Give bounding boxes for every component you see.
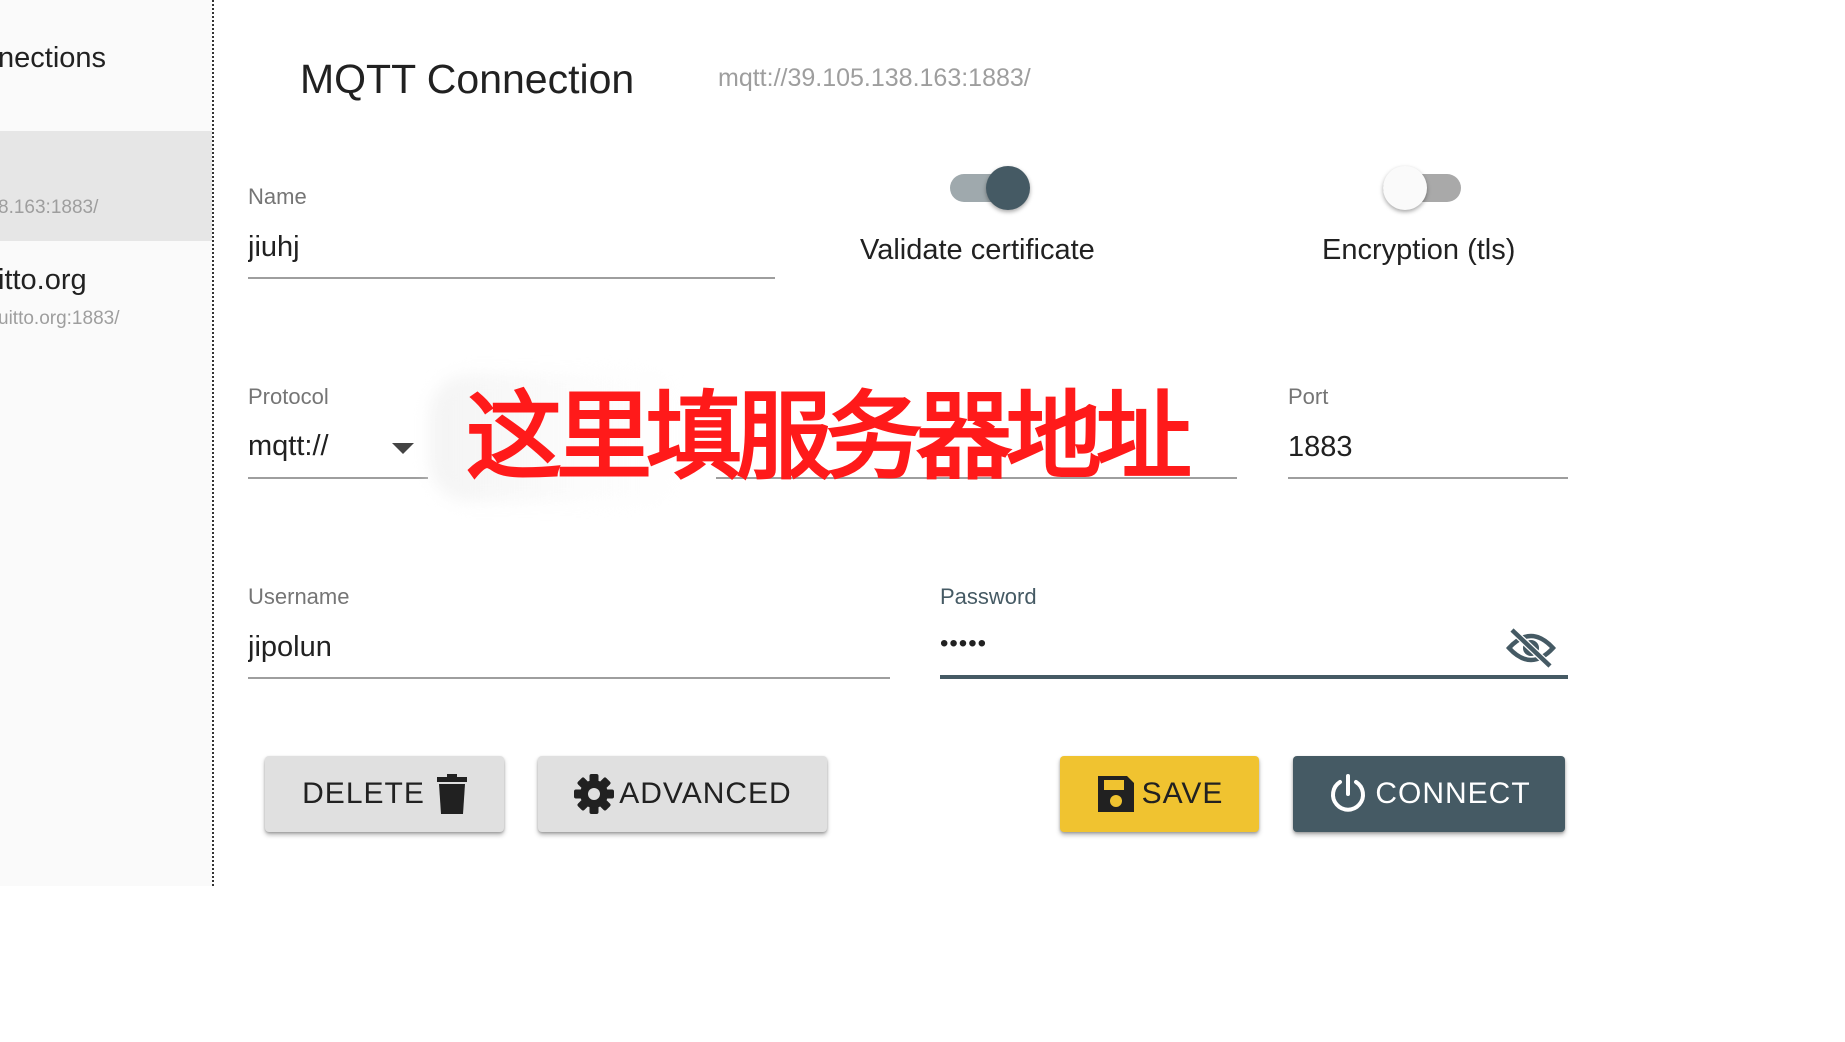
power-icon: [1331, 774, 1366, 812]
validate-certificate-switch[interactable]: [950, 164, 1030, 212]
advanced-button[interactable]: ADVANCED: [538, 756, 827, 832]
port-label: Port: [1288, 384, 1329, 409]
sidebar-item-url: uitto.org:1883/: [0, 308, 120, 329]
sidebar-divider[interactable]: [212, 0, 214, 886]
connection-url: mqtt://39.105.138.163:1883/: [718, 64, 1031, 92]
chevron-down-icon[interactable]: [392, 443, 414, 454]
sidebar-item-name: itto.org: [0, 264, 87, 296]
name-label: Name: [248, 184, 307, 209]
validate-certificate-label: Validate certificate: [860, 234, 1095, 266]
name-underline: [248, 277, 775, 279]
sidebar-title: nections: [0, 42, 107, 74]
sidebar-item-connection[interactable]: itto.org uitto.org:1883/: [0, 250, 212, 350]
username-input[interactable]: [248, 628, 878, 666]
delete-button-label: DELETE: [302, 777, 425, 810]
sidebar-item-url: 8.163:1883/: [0, 197, 99, 218]
switch-thumb: [1383, 166, 1427, 210]
connect-button-label: CONNECT: [1375, 777, 1531, 810]
delete-button[interactable]: DELETE: [265, 756, 504, 832]
password-input[interactable]: •••••: [940, 630, 987, 658]
connection-sidebar: nections 8.163:1883/ itto.org uitto.org:…: [0, 0, 212, 886]
protocol-label: Protocol: [248, 384, 329, 409]
annotation-text: 这里填服务器地址: [466, 381, 1192, 493]
trash-icon: [436, 774, 467, 814]
switch-thumb: [986, 166, 1030, 210]
save-button-label: SAVE: [1141, 777, 1224, 810]
name-input[interactable]: [248, 228, 768, 266]
advanced-button-label: ADVANCED: [619, 777, 792, 810]
gear-icon: [574, 774, 615, 814]
sidebar-item-connection[interactable]: 8.163:1883/: [0, 131, 212, 241]
connect-button[interactable]: CONNECT: [1293, 756, 1565, 832]
encryption-switch[interactable]: [1383, 164, 1463, 212]
password-underline: [940, 675, 1568, 679]
save-button[interactable]: SAVE: [1060, 756, 1259, 832]
port-underline: [1288, 477, 1568, 479]
username-underline: [248, 677, 890, 679]
page-title: MQTT Connection: [300, 56, 635, 102]
username-label: Username: [248, 584, 350, 609]
port-input[interactable]: [1288, 428, 1558, 466]
eye-off-icon[interactable]: [1506, 626, 1556, 670]
floppy-disk-icon: [1097, 776, 1134, 812]
password-label: Password: [940, 584, 1037, 609]
protocol-underline: [248, 477, 428, 479]
protocol-select[interactable]: mqtt://: [248, 430, 329, 463]
encryption-label: Encryption (tls): [1322, 234, 1516, 266]
